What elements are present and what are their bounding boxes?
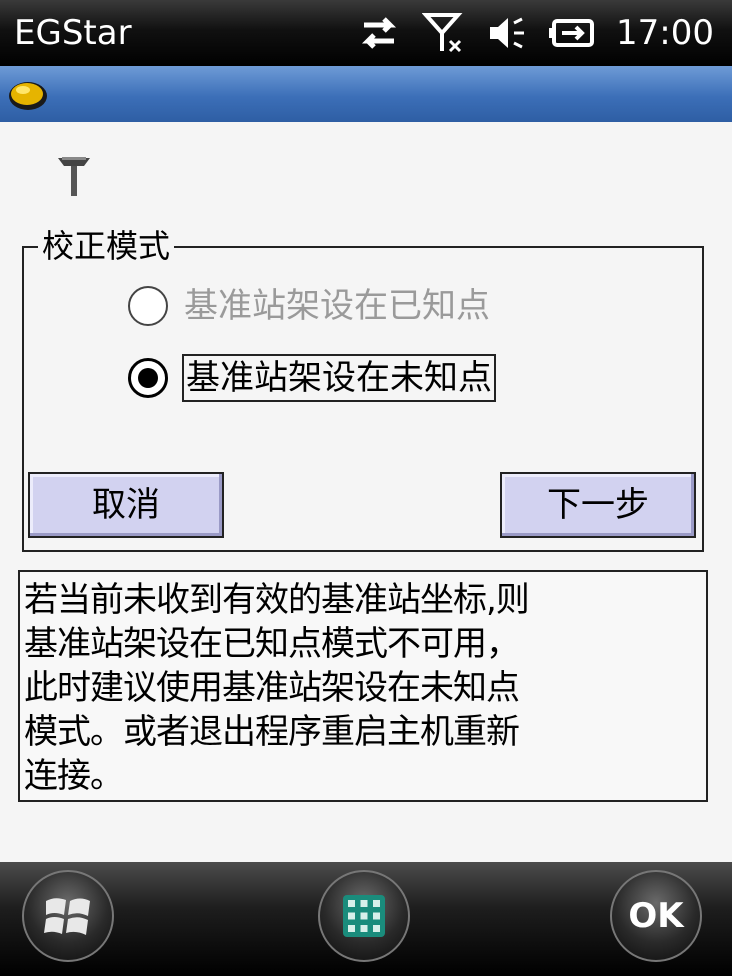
device-screen: EGStar 17:00 校正模式 基准站架设在已知点 基准站架设在未知点 取消… — [0, 0, 732, 976]
status-icons: 17:00 — [356, 12, 714, 54]
title-bar — [0, 66, 732, 122]
clock: 17:00 — [616, 13, 714, 53]
option-known-point-label: 基准站架设在已知点 — [184, 286, 490, 326]
option-unknown-point-label: 基准站架设在未知点 — [182, 354, 496, 402]
signal-off-icon[interactable] — [422, 11, 466, 55]
battery-charging-icon[interactable] — [548, 18, 596, 48]
windows-logo-icon — [44, 898, 90, 935]
next-step-button[interactable]: 下一步 — [500, 472, 696, 538]
app-title: EGStar — [14, 13, 132, 53]
taskbar: OK — [0, 862, 732, 976]
sync-arrows-icon[interactable] — [356, 15, 402, 51]
dialog-content: 校正模式 基准站架设在已知点 基准站架设在未知点 取消 下一步 若当前未收到有效… — [0, 122, 732, 862]
info-message-text: 若当前未收到有效的基准站坐标,则 基准站架设在已知点模式不可用， 此时建议使用基… — [24, 580, 530, 796]
grid-apps-icon — [343, 895, 385, 937]
option-known-point[interactable]: 基准站架设在已知点 — [128, 284, 492, 328]
group-title: 校正模式 — [38, 226, 175, 266]
info-message-box: 若当前未收到有效的基准站坐标,则 基准站架设在已知点模式不可用， 此时建议使用基… — [18, 570, 708, 802]
start-button[interactable] — [22, 870, 114, 962]
gps-antenna-icon — [58, 157, 90, 196]
radio-known-point[interactable] — [128, 286, 168, 326]
ok-label: OK — [628, 896, 684, 936]
ok-button[interactable]: OK — [610, 870, 702, 962]
radio-unknown-point[interactable] — [128, 358, 168, 398]
option-unknown-point[interactable]: 基准站架设在未知点 — [128, 354, 496, 402]
app-logo-icon[interactable] — [6, 76, 50, 112]
cancel-button[interactable]: 取消 — [28, 472, 224, 538]
volume-icon[interactable] — [486, 15, 528, 51]
apps-button[interactable] — [318, 870, 410, 962]
status-bar: EGStar 17:00 — [0, 0, 732, 66]
